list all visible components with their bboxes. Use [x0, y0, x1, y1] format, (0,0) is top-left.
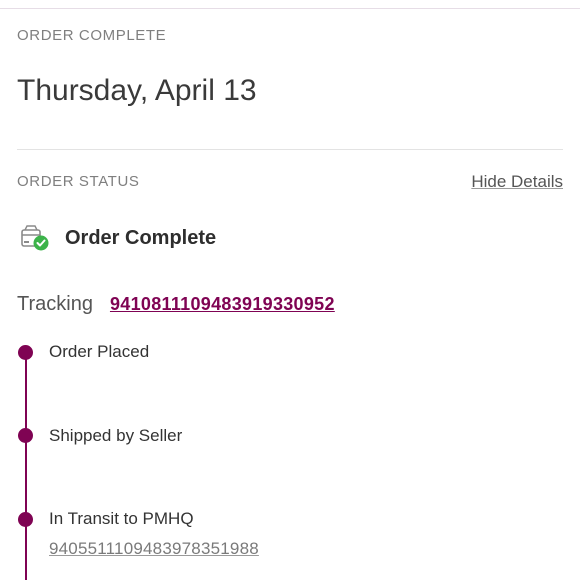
transit-tracking-link[interactable]: 9405511109483978351988 — [49, 539, 259, 559]
package-check-icon — [20, 224, 50, 252]
timeline-dot-in-transit — [18, 512, 33, 527]
timeline-line — [25, 352, 27, 580]
timeline-step-in-transit: In Transit to PMHQ — [49, 509, 194, 528]
order-status-label: ORDER STATUS — [17, 173, 140, 190]
order-date: Thursday, April 13 — [17, 74, 257, 107]
timeline-step-shipped: Shipped by Seller — [49, 426, 183, 445]
timeline-dot-shipped — [18, 428, 33, 443]
top-divider — [0, 8, 580, 9]
order-status-row: Order Complete — [20, 224, 216, 252]
timeline-dot-order-placed — [18, 345, 33, 360]
section-divider — [17, 149, 563, 150]
order-complete-label: ORDER COMPLETE — [17, 27, 167, 44]
order-details-page: ORDER COMPLETE Thursday, April 13 ORDER … — [0, 0, 580, 580]
hide-details-link[interactable]: Hide Details — [471, 172, 563, 192]
tracking-row: Tracking 9410811109483919330952 — [17, 293, 335, 316]
tracking-label: Tracking — [17, 293, 93, 315]
order-status-text: Order Complete — [65, 226, 217, 249]
tracking-number-link[interactable]: 9410811109483919330952 — [110, 294, 335, 315]
timeline-step-order-placed: Order Placed — [49, 342, 150, 361]
